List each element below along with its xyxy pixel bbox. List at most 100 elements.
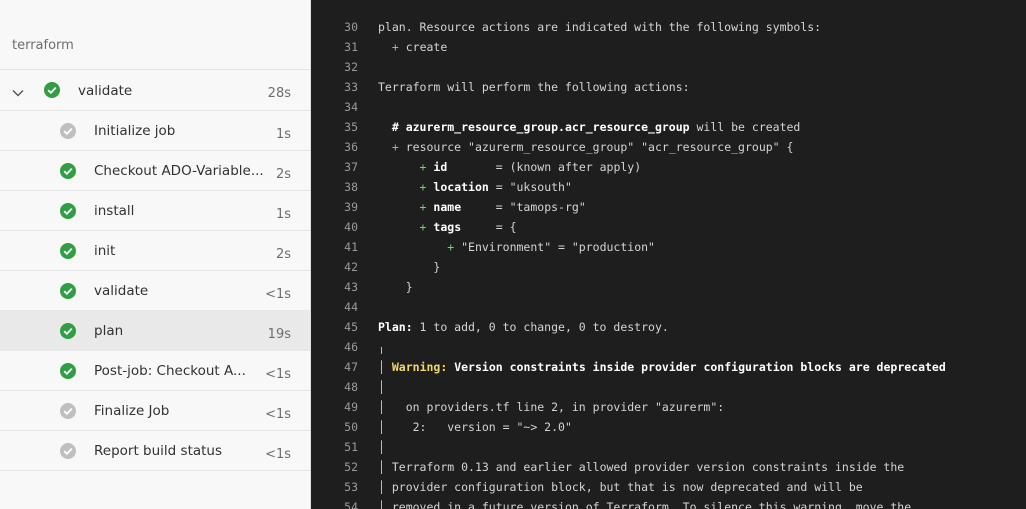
line-segment: Terraform 0.13 and earlier allowed provi…	[384, 460, 905, 474]
line-segment: create	[398, 40, 448, 54]
step-row[interactable]: Post-job: Checkout A... <1s	[0, 351, 310, 391]
line-segment: plan. Resource actions are indicated wit…	[378, 20, 822, 34]
step-duration: <1s	[265, 407, 291, 422]
step-duration: 1s	[275, 127, 291, 142]
log-line: 45 Plan: 1 to add, 0 to change, 0 to dest…	[312, 317, 1026, 337]
log-line: 41 + "Environment" = "production"	[312, 237, 1026, 257]
line-number: 49	[344, 400, 358, 414]
log-output[interactable]: 30 plan. Resource actions are indicated w…	[312, 0, 1026, 509]
line-text: }	[378, 277, 413, 297]
step-row[interactable]: Report build status <1s	[0, 431, 310, 471]
line-segment: 1 to add, 0 to change, 0 to destroy.	[412, 320, 669, 334]
line-segment: │	[378, 440, 385, 454]
line-segment: provider configuration block, but that i…	[384, 480, 863, 494]
line-segment: ╷	[378, 340, 385, 354]
line-segment	[378, 160, 420, 174]
line-text: plan. Resource actions are indicated wit…	[378, 17, 821, 37]
chevron-down-icon[interactable]	[12, 84, 24, 97]
job-row-validate[interactable]: validate 28s	[0, 71, 310, 111]
success-check-icon	[60, 323, 76, 339]
log-line: 53 │ provider configuration block, but th…	[312, 477, 1026, 497]
log-line: 49 │ on providers.tf line 2, in provider …	[312, 397, 1026, 417]
step-label: validate	[94, 283, 149, 299]
line-segment: │	[378, 420, 385, 434]
step-row[interactable]: Initialize job 1s	[0, 111, 310, 151]
divider	[0, 69, 310, 70]
step-row[interactable]: Checkout ADO-Variable... 2s	[0, 151, 310, 191]
line-segment: }	[378, 280, 413, 294]
line-segment	[378, 220, 420, 234]
line-segment	[378, 40, 392, 54]
line-segment: +	[391, 40, 399, 54]
line-number: 38	[344, 180, 358, 194]
line-number: 33	[344, 80, 358, 94]
step-label: Report build status	[94, 443, 223, 459]
line-text: │ on providers.tf line 2, in provider "a…	[378, 397, 724, 417]
line-text: + "Environment" = "production"	[378, 237, 655, 257]
line-segment: location	[433, 180, 489, 194]
success-check-icon	[60, 243, 76, 259]
line-number: 43	[344, 280, 358, 294]
line-segment	[378, 120, 392, 134]
line-number: 45	[344, 320, 358, 334]
line-number: 34	[344, 100, 358, 114]
line-segment: │	[378, 400, 385, 414]
success-check-icon	[60, 203, 76, 219]
line-text: │	[378, 437, 385, 457]
line-text: │ 2: version = "~> 2.0"	[378, 417, 572, 437]
line-segment: +	[391, 140, 399, 154]
sidebar: terraform validate 28s Initialize job 1s C…	[0, 0, 311, 509]
step-row[interactable]: Finalize Job <1s	[0, 391, 310, 431]
line-segment: = (known after apply)	[447, 160, 642, 174]
line-segment	[378, 140, 392, 154]
step-row[interactable]: plan 19s	[0, 311, 310, 351]
line-segment	[385, 360, 392, 374]
line-text: Terraform will perform the following act…	[378, 77, 690, 97]
line-number: 42	[344, 260, 358, 274]
line-number: 47	[344, 360, 358, 374]
line-text: │ removed in a future version of Terrafo…	[378, 497, 911, 509]
success-check-icon	[60, 363, 76, 379]
step-duration: <1s	[265, 287, 291, 302]
log-line: 37 + id = (known after apply)	[312, 157, 1026, 177]
log-line: 35 # azurerm_resource_group.acr_resource…	[312, 117, 1026, 137]
line-segment: tags	[433, 220, 462, 234]
line-segment: Version constraints inside provider conf…	[454, 360, 946, 374]
step-row[interactable]: init 2s	[0, 231, 310, 271]
line-number: 35	[344, 120, 358, 134]
line-text: + create	[378, 37, 447, 57]
log-line: 46 ╷	[312, 337, 1026, 357]
log-line: 30 plan. Resource actions are indicated w…	[312, 17, 1026, 37]
line-segment: = "uksouth"	[488, 180, 572, 194]
line-number: 46	[344, 340, 358, 354]
log-line: 54 │ removed in a future version of Terra…	[312, 497, 1026, 509]
log-line: 44	[312, 297, 1026, 317]
log-line: 52 │ Terraform 0.13 and earlier allowed p…	[312, 457, 1026, 477]
line-segment	[378, 240, 447, 254]
skipped-check-icon	[60, 123, 76, 139]
step-row[interactable]: install 1s	[0, 191, 310, 231]
step-label: plan	[94, 323, 124, 339]
job-duration: 28s	[267, 86, 291, 101]
line-segment: │	[378, 380, 385, 394]
log-line: 39 + name = "tamops-rg"	[312, 197, 1026, 217]
line-segment: name	[433, 200, 462, 214]
line-number: 37	[344, 160, 358, 174]
skipped-check-icon	[60, 443, 76, 459]
line-number: 39	[344, 200, 358, 214]
line-text: + resource "azurerm_resource_group" "acr…	[378, 137, 794, 157]
log-line: 33 Terraform will perform the following a…	[312, 77, 1026, 97]
log-line: 31 + create	[312, 37, 1026, 57]
line-segment: "Environment" = "production"	[454, 240, 655, 254]
line-number: 41	[344, 240, 358, 254]
line-text: # azurerm_resource_group.acr_resource_gr…	[378, 117, 801, 137]
step-label: Checkout ADO-Variable...	[94, 163, 264, 179]
line-number: 53	[344, 480, 358, 494]
line-segment: on providers.tf line 2, in provider "azu…	[384, 400, 725, 414]
step-row[interactable]: validate <1s	[0, 271, 310, 311]
line-number: 51	[344, 440, 358, 454]
log-line: 50 │ 2: version = "~> 2.0"	[312, 417, 1026, 437]
line-segment: Warning:	[391, 360, 448, 374]
line-segment: │	[378, 460, 385, 474]
line-text: ╷	[378, 337, 385, 357]
